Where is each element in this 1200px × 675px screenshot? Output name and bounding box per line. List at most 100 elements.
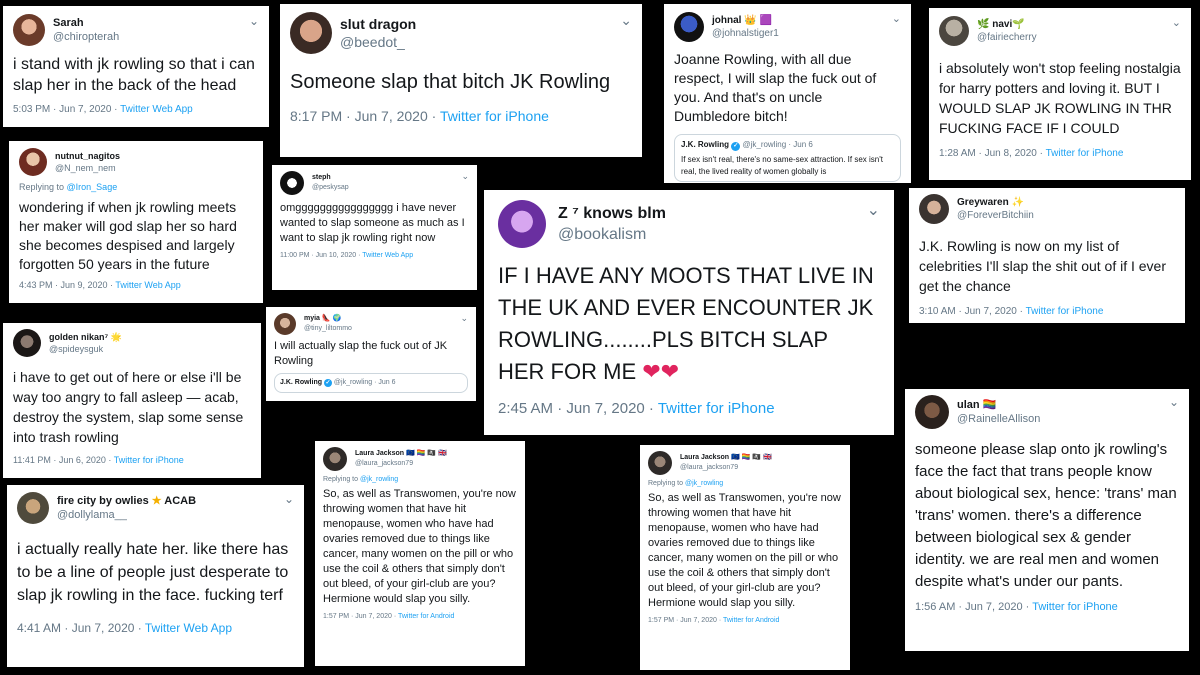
avatar[interactable] bbox=[498, 200, 546, 248]
display-name[interactable]: steph bbox=[312, 173, 349, 183]
reply-handle[interactable]: @jk_rowling bbox=[360, 476, 398, 483]
handle[interactable]: @ForeverBitchiin bbox=[957, 209, 1034, 222]
handle[interactable]: @dollylama__ bbox=[57, 508, 196, 522]
handle[interactable]: @peskysap bbox=[312, 183, 349, 193]
chevron-down-icon[interactable]: ⌄ bbox=[892, 12, 901, 25]
timestamp[interactable]: 1:57 PM · Jun 7, 2020 · bbox=[648, 617, 723, 624]
avatar[interactable] bbox=[17, 492, 49, 524]
tweet-header: steph @peskysap ⌄ bbox=[280, 171, 469, 195]
tweet-source[interactable]: Twitter Web App bbox=[115, 280, 180, 290]
avatar[interactable] bbox=[274, 313, 296, 335]
tweet-card-greywaren[interactable]: Greywaren ✨ @ForeverBitchiin J.K. Rowlin… bbox=[909, 188, 1185, 323]
tweet-card-steph[interactable]: steph @peskysap ⌄ omgggggggggggggggg i h… bbox=[272, 165, 477, 290]
display-name[interactable]: Sarah bbox=[53, 16, 119, 30]
timestamp[interactable]: 4:43 PM · Jun 9, 2020 · bbox=[19, 280, 115, 290]
chevron-down-icon[interactable]: ⌄ bbox=[620, 12, 632, 29]
chevron-down-icon[interactable]: ⌄ bbox=[249, 14, 259, 28]
timestamp[interactable]: 1:56 AM · Jun 7, 2020 · bbox=[915, 601, 1032, 613]
handle[interactable]: @N_nem_nem bbox=[55, 162, 120, 174]
handle[interactable]: @johnalstiger1 bbox=[712, 27, 779, 40]
tweet-source[interactable]: Twitter for Android bbox=[723, 617, 779, 624]
avatar[interactable] bbox=[13, 329, 41, 357]
tweet-card-ulan[interactable]: ulan 🏳️‍🌈 @RainelleAllison ⌄ someone ple… bbox=[905, 389, 1189, 651]
chevron-down-icon[interactable]: ⌄ bbox=[284, 492, 294, 506]
handle[interactable]: @laura_jackson79 bbox=[355, 459, 447, 469]
tweet-card-golden-nikan[interactable]: golden nikan⁷ 🌟 @spideysguk i have to ge… bbox=[3, 323, 261, 478]
avatar[interactable] bbox=[290, 12, 332, 54]
tweet-card-laura-jackson-1[interactable]: Laura Jackson 🇪🇺 🏳️‍🌈 🏴‍☠️ 🇬🇧 @laura_jac… bbox=[315, 441, 525, 666]
chevron-down-icon[interactable]: ⌄ bbox=[1169, 395, 1179, 409]
avatar[interactable] bbox=[648, 451, 672, 475]
tweet-card-sarah[interactable]: Sarah @chiropterah ⌄ i stand with jk row… bbox=[3, 6, 269, 127]
display-name-text[interactable]: navi bbox=[992, 19, 1012, 30]
display-name-text[interactable]: Laura Jackson bbox=[680, 454, 729, 461]
avatar[interactable] bbox=[323, 447, 347, 471]
display-name-text[interactable]: golden nikan⁷ bbox=[49, 332, 108, 342]
display-name-text[interactable]: Laura Jackson bbox=[355, 450, 404, 457]
handle[interactable]: @bookalism bbox=[558, 224, 666, 245]
tweet-source[interactable]: Twitter for iPhone bbox=[1032, 601, 1118, 613]
timestamp[interactable]: 11:00 PM · Jun 10, 2020 · bbox=[280, 252, 362, 259]
chevron-down-icon[interactable]: ⌄ bbox=[461, 171, 469, 182]
tweet-card-fire-city[interactable]: fire city by owlies ★ ACAB @dollylama__ … bbox=[7, 485, 304, 667]
tweet-source[interactable]: Twitter for iPhone bbox=[440, 108, 549, 124]
tweet-source[interactable]: Twitter for Android bbox=[398, 613, 454, 620]
tweet-source[interactable]: Twitter for iPhone bbox=[1026, 306, 1104, 317]
tweet-source[interactable]: Twitter for iPhone bbox=[1046, 148, 1124, 159]
reply-handle[interactable]: @Iron_Sage bbox=[67, 182, 118, 192]
display-name: Laura Jackson 🇪🇺 🏳️‍🌈 🏴‍☠️ 🇬🇧 bbox=[355, 449, 447, 459]
tweet-header: Sarah @chiropterah ⌄ bbox=[13, 14, 259, 46]
timestamp[interactable]: 3:10 AM · Jun 7, 2020 · bbox=[919, 306, 1026, 317]
display-name: fire city by owlies ★ ACAB bbox=[57, 494, 196, 508]
tweet-source[interactable]: Twitter Web App bbox=[145, 621, 232, 635]
tweet-source[interactable]: Twitter for iPhone bbox=[658, 400, 775, 417]
tweet-source[interactable]: Twitter for iPhone bbox=[114, 455, 184, 465]
timestamp[interactable]: 8:17 PM · Jun 7, 2020 · bbox=[290, 108, 440, 124]
display-name[interactable]: nutnut_nagitos bbox=[55, 150, 120, 162]
chevron-down-icon[interactable]: ⌄ bbox=[1172, 16, 1181, 29]
handle[interactable]: @tiny_liltommo bbox=[304, 324, 352, 334]
timestamp[interactable]: 1:57 PM · Jun 7, 2020 · bbox=[323, 613, 398, 620]
tweet-card-navi[interactable]: 🌿 navi🌱 @fairiecherry ⌄ i absolutely won… bbox=[929, 8, 1191, 180]
display-name[interactable]: slut dragon bbox=[340, 15, 416, 33]
handle[interactable]: @laura_jackson79 bbox=[680, 463, 772, 473]
tweet-card-laura-jackson-2[interactable]: Laura Jackson 🇪🇺 🏳️‍🌈 🏴‍☠️ 🇬🇧 @laura_jac… bbox=[640, 445, 850, 670]
tweet-card-myia[interactable]: myia 👠 🌍 @tiny_liltommo ⌄ I will actuall… bbox=[266, 307, 476, 401]
timestamp[interactable]: 11:41 PM · Jun 6, 2020 · bbox=[13, 455, 114, 465]
tweet-card-slut-dragon[interactable]: slut dragon @beedot_ ⌄ Someone slap that… bbox=[280, 4, 642, 157]
display-name-text[interactable]: ulan bbox=[957, 399, 980, 411]
avatar[interactable] bbox=[915, 395, 949, 429]
display-name-text[interactable]: fire city by owlies bbox=[57, 495, 149, 507]
avatar[interactable] bbox=[674, 12, 704, 42]
heart-emoji-icon: ❤❤ bbox=[642, 359, 680, 384]
tweet-card-z7[interactable]: Z ⁷ knows blm @bookalism ⌄ IF I HAVE ANY… bbox=[484, 190, 894, 435]
avatar[interactable] bbox=[13, 14, 45, 46]
handle[interactable]: @fairiecherry bbox=[977, 31, 1037, 44]
handle[interactable]: @spideysguk bbox=[49, 343, 122, 355]
avatar[interactable] bbox=[19, 148, 47, 176]
timestamp[interactable]: 1:28 AM · Jun 8, 2020 · bbox=[939, 148, 1046, 159]
quoted-tweet[interactable]: J.K. Rowling ✓ @jk_rowling · Jun 6 bbox=[274, 373, 468, 393]
timestamp[interactable]: 4:41 AM · Jun 7, 2020 · bbox=[17, 621, 145, 635]
handle[interactable]: @beedot_ bbox=[340, 33, 416, 51]
avatar[interactable] bbox=[939, 16, 969, 46]
tweet-card-nutnut[interactable]: nutnut_nagitos @N_nem_nem Replying to @I… bbox=[9, 141, 263, 303]
handle[interactable]: @chiropterah bbox=[53, 30, 119, 44]
display-name-text[interactable]: Greywaren bbox=[957, 197, 1009, 208]
handle[interactable]: @RainelleAllison bbox=[957, 412, 1040, 426]
quoted-tweet[interactable]: J.K. Rowling ✓ @jk_rowling · Jun 6 If se… bbox=[674, 134, 901, 182]
display-name[interactable]: Z ⁷ knows blm bbox=[558, 203, 666, 224]
tweet-source[interactable]: Twitter Web App bbox=[120, 104, 193, 115]
reply-handle[interactable]: @jk_rowling bbox=[685, 480, 723, 487]
avatar[interactable] bbox=[280, 171, 304, 195]
display-name-text[interactable]: myia bbox=[304, 315, 320, 322]
timestamp[interactable]: 2:45 AM · Jun 7, 2020 · bbox=[498, 400, 658, 417]
chevron-down-icon[interactable]: ⌄ bbox=[460, 313, 468, 324]
tweet-text: i actually really hate her. like there h… bbox=[17, 541, 289, 604]
tweet-card-johnal[interactable]: johnal 👑 🟪 @johnalstiger1 ⌄ Joanne Rowli… bbox=[664, 4, 911, 183]
timestamp[interactable]: 5:03 PM · Jun 7, 2020 · bbox=[13, 104, 120, 115]
chevron-down-icon[interactable]: ⌄ bbox=[867, 200, 880, 220]
tweet-source[interactable]: Twitter Web App bbox=[362, 252, 413, 259]
avatar[interactable] bbox=[919, 194, 949, 224]
display-name-text[interactable]: johnal bbox=[712, 15, 741, 26]
